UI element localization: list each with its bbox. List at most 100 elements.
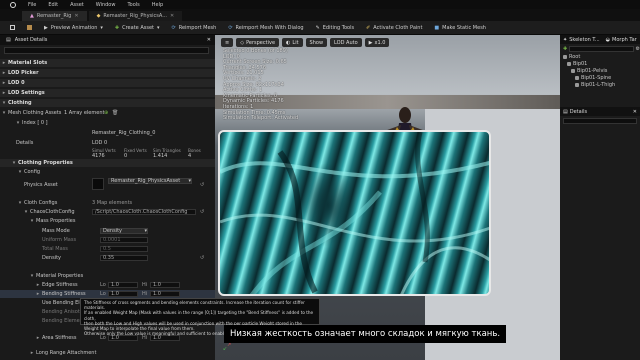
tab-skeleton-tree[interactable]: ✦ Skeleton T... bbox=[563, 37, 600, 43]
video-subtitle: Низкая жесткость означает много складок … bbox=[224, 325, 507, 343]
total-mass-input[interactable]: 0.5 bbox=[100, 246, 148, 252]
add-icon[interactable]: ✚ bbox=[563, 46, 567, 52]
tab-physics-asset[interactable]: ◆ Remaster_Rig_PhysicsA... ✕ bbox=[88, 11, 183, 21]
chevron-right-icon[interactable]: ▸ bbox=[34, 282, 42, 288]
show-button[interactable]: Show bbox=[305, 38, 328, 47]
mass-properties-row[interactable]: ▾ Mass Properties bbox=[0, 217, 215, 225]
tab-remaster-rig[interactable]: ▲ Remaster_Rig ✕ bbox=[22, 11, 87, 21]
chevron-down-icon: ▾ bbox=[12, 160, 16, 166]
create-asset-button[interactable]: ✚ Create Asset ▾ bbox=[111, 23, 164, 32]
playback-speed-button[interactable]: ▶ x1.0 bbox=[364, 38, 390, 47]
viewport-options-button[interactable]: ≡ bbox=[221, 38, 234, 47]
search-input[interactable] bbox=[569, 45, 634, 52]
property-label: Physics Asset bbox=[24, 182, 58, 188]
menu-asset[interactable]: Asset bbox=[70, 2, 84, 8]
menu-file[interactable]: File bbox=[28, 2, 36, 8]
menu-help[interactable]: Help bbox=[152, 2, 163, 8]
config-class-field[interactable]: /Script/ChaosCloth.ChaosClothConfig bbox=[92, 209, 196, 215]
section-label: Material Slots bbox=[8, 60, 48, 66]
property-label: Config bbox=[24, 169, 41, 175]
bending-stiffness-lo-input[interactable]: 1.0 bbox=[108, 291, 138, 297]
editing-tools-button[interactable]: ✎ Editing Tools bbox=[312, 23, 359, 32]
close-icon[interactable]: ✕ bbox=[170, 13, 174, 19]
physics-asset-picker[interactable]: Remaster_Rig_PhysicsAsset ▾ bbox=[108, 178, 192, 184]
chevron-down-icon[interactable]: ▾ bbox=[0, 110, 8, 116]
activate-cloth-paint-button[interactable]: ✐ Activate Cloth Paint bbox=[362, 23, 426, 32]
chevron-right-icon[interactable]: ▸ bbox=[34, 335, 42, 341]
delete-icon[interactable]: 🗑 bbox=[112, 110, 118, 116]
tree-item-spine[interactable]: Bip01-Spine bbox=[560, 74, 640, 81]
skeleton-tree-panel: ✦ Skeleton T... ◒ Morph Tar ✚ ⚙ Root Bip… bbox=[560, 35, 640, 360]
folder-icon bbox=[27, 25, 32, 30]
make-static-mesh-button[interactable]: ■ Make Static Mesh bbox=[430, 23, 490, 32]
details-search-input[interactable] bbox=[563, 118, 637, 124]
section-clothing[interactable]: ▾ Clothing bbox=[0, 99, 215, 107]
config-row[interactable]: ▾ Config bbox=[0, 168, 215, 176]
mass-mode-select[interactable]: Density ▾ bbox=[100, 228, 148, 234]
reimport-mesh-button[interactable]: ⟳ Reimport Mesh bbox=[168, 23, 221, 32]
field-value: 1.0 bbox=[111, 282, 119, 288]
reimport-mesh-dialog-button[interactable]: ⟳ Reimport Mesh With Dialog bbox=[224, 23, 307, 32]
perspective-icon: ◇ bbox=[240, 39, 245, 46]
reset-icon[interactable]: ↺ bbox=[200, 255, 204, 261]
tree-item-label: Bip01-Pelvis bbox=[577, 67, 608, 74]
field-value: /Script/ChaosCloth.ChaosClothConfig bbox=[95, 209, 188, 215]
menu-window[interactable]: Window bbox=[96, 2, 116, 8]
density-input[interactable]: 0.35 bbox=[100, 255, 148, 261]
document-tab-bar: ▲ Remaster_Rig ✕ ◆ Remaster_Rig_PhysicsA… bbox=[0, 9, 640, 21]
browse-button[interactable] bbox=[23, 23, 36, 32]
edge-stiffness-row: ▸ Edge Stiffness Lo 1.0 Hi 1.0 bbox=[0, 281, 215, 289]
unreal-logo-icon[interactable] bbox=[10, 1, 16, 8]
section-material-slots[interactable]: ▸ Material Slots bbox=[0, 59, 215, 67]
bending-stiffness-hi-input[interactable]: 1.0 bbox=[150, 291, 180, 297]
close-icon[interactable]: ✕ bbox=[207, 37, 211, 43]
chevron-down-icon[interactable]: ▾ bbox=[14, 120, 22, 126]
tab-label: Morph Tar bbox=[612, 36, 637, 43]
preview-animation-button[interactable]: ▶ Preview Animation ▾ bbox=[40, 23, 107, 32]
menu-edit[interactable]: Edit bbox=[48, 2, 58, 8]
edge-stiffness-lo-input[interactable]: 1.0 bbox=[108, 282, 138, 288]
button-label: LOD Auto bbox=[334, 39, 358, 46]
array-count: 3 Map elements bbox=[92, 200, 133, 206]
bending-stiffness-row: ▸ Bending Stiffness Lo 1.0 Hi 1.0 bbox=[0, 290, 215, 298]
material-properties-row[interactable]: ▾ Material Properties bbox=[0, 272, 215, 280]
menu-tools[interactable]: Tools bbox=[127, 2, 139, 8]
clothing-asset-name: Remaster_Rig_Clothing_0 bbox=[92, 130, 156, 136]
uniform-mass-input[interactable]: 0.0001 bbox=[100, 237, 148, 243]
perspective-button[interactable]: ◇ Perspective bbox=[236, 38, 280, 47]
long-range-attachment-row[interactable]: ▸ Long Range Attachment bbox=[0, 349, 215, 357]
chevron-right-icon: ▸ bbox=[2, 90, 6, 96]
lit-icon: ◐ bbox=[286, 39, 291, 46]
bone-icon bbox=[563, 54, 567, 59]
tree-item-l-thigh[interactable]: Bip01-L-Thigh bbox=[560, 81, 640, 88]
close-icon[interactable]: ✕ bbox=[633, 109, 637, 115]
tab-label: Skeleton T... bbox=[569, 36, 600, 43]
section-lod-settings[interactable]: ▸ LOD Settings bbox=[0, 89, 215, 97]
edge-stiffness-hi-input[interactable]: 1.0 bbox=[150, 282, 180, 288]
close-icon[interactable]: ✕ bbox=[74, 13, 78, 19]
toolbar-label: Make Static Mesh bbox=[442, 24, 486, 31]
tree-item-root[interactable]: Root bbox=[560, 53, 640, 60]
section-clothing-properties[interactable]: ▾ Clothing Properties bbox=[0, 159, 215, 167]
chevron-down-icon: ▾ bbox=[30, 218, 34, 224]
reset-icon[interactable]: ↺ bbox=[200, 209, 204, 215]
panel-header: ▤ Asset Details ✕ bbox=[0, 35, 215, 45]
gear-icon[interactable]: ⚙ bbox=[636, 46, 640, 52]
add-element-icon[interactable]: ⊕ bbox=[104, 110, 108, 116]
save-button[interactable] bbox=[6, 23, 19, 32]
cloth-configs-row[interactable]: ▾ Cloth Configs 3 Map elements bbox=[0, 199, 215, 207]
tab-morph-targets[interactable]: ◒ Morph Tar bbox=[606, 37, 637, 43]
tree-item-bip01[interactable]: Bip01 bbox=[560, 60, 640, 67]
search-input[interactable] bbox=[4, 47, 209, 54]
tree-item-label: Bip01-Spine bbox=[581, 74, 612, 81]
section-lod-picker[interactable]: ▸ LOD Picker bbox=[0, 69, 215, 77]
reset-icon[interactable]: ↺ bbox=[200, 182, 204, 188]
section-lod0[interactable]: ▸ LOD 0 bbox=[0, 79, 215, 87]
chaos-cloth-config-row[interactable]: ▾ ChaosClothConfig /Script/ChaosCloth.Cha… bbox=[0, 208, 215, 216]
lit-button[interactable]: ◐ Lit bbox=[282, 38, 303, 47]
total-mass-row: Total Mass 0.5 bbox=[0, 245, 215, 253]
lod-auto-button[interactable]: LOD Auto bbox=[330, 38, 362, 47]
tree-item-pelvis[interactable]: Bip01-Pelvis bbox=[560, 67, 640, 74]
chevron-right-icon[interactable]: ▸ bbox=[34, 291, 42, 297]
section-label: Clothing bbox=[8, 100, 32, 106]
